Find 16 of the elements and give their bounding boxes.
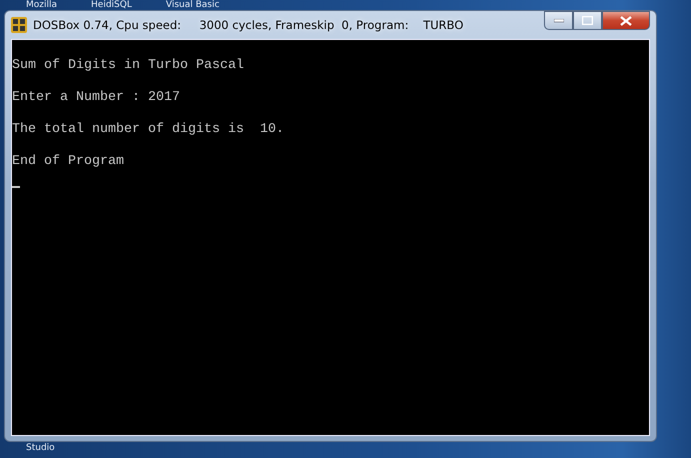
console-text: Sum of Digits in Turbo Pascal: [12, 58, 245, 74]
maximize-icon: [582, 16, 593, 25]
desktop-icon-label[interactable]: Mozilla: [26, 0, 58, 10]
desktop-icon-label[interactable]: HeidiSQL: [91, 0, 132, 10]
minimize-icon: [554, 18, 564, 22]
close-button[interactable]: [602, 11, 650, 30]
console-text: Enter a Number : 2017: [12, 90, 181, 106]
dosbox-icon: [11, 17, 27, 33]
console-text: End of Program: [12, 154, 125, 170]
close-icon: [620, 16, 632, 26]
window-title: DOSBox 0.74, Cpu speed: 3000 cycles, Frameskip 0, Program: TURBO: [33, 18, 464, 32]
maximize-button[interactable]: [573, 11, 602, 30]
desktop-icon-label[interactable]: Studio: [26, 443, 55, 453]
minimize-button[interactable]: [544, 11, 573, 30]
console-text: The total number of digits is 10.: [12, 122, 285, 138]
desktop-icon-label[interactable]: Visual Basic: [166, 0, 220, 10]
